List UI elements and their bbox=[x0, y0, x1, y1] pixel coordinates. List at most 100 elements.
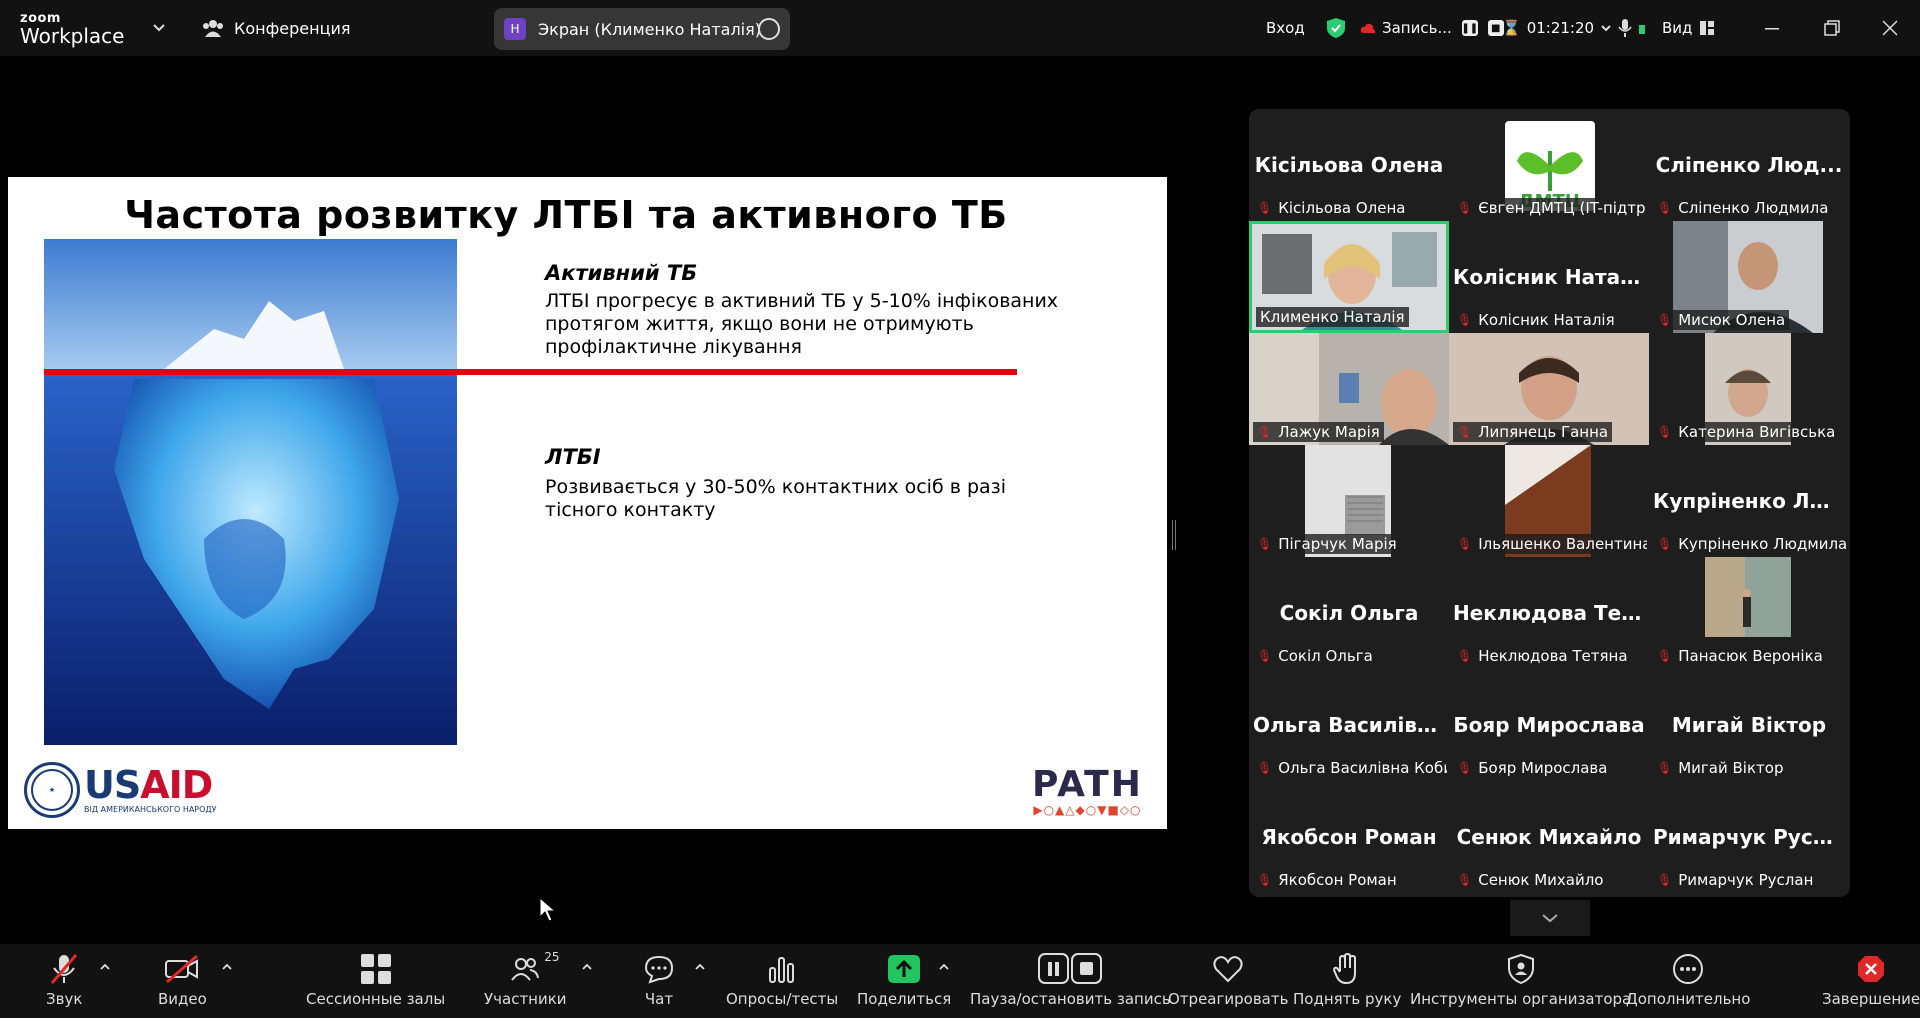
cloud-record-icon bbox=[1360, 23, 1376, 33]
participant-label: 🎙 Мисюк Олена bbox=[1653, 310, 1790, 330]
participant-big-name: Купріненко Лю... bbox=[1653, 489, 1849, 513]
grid-view-icon bbox=[1700, 21, 1715, 35]
path-wordmark: PATH bbox=[1032, 764, 1143, 805]
pause-stop-recording-label: Пауза/остановить запись bbox=[970, 990, 1171, 1008]
chevron-down-icon[interactable] bbox=[152, 20, 166, 34]
participant-tile[interactable]: Бояр Мирослава 🎙 Бояр Мирослава bbox=[1449, 669, 1649, 781]
close-window-icon[interactable] bbox=[1878, 16, 1902, 40]
participants-button[interactable]: 25 Участники bbox=[484, 950, 567, 1008]
end-meeting-icon bbox=[1858, 956, 1885, 982]
polls-label: Опросы/тесты bbox=[726, 990, 839, 1008]
video-button[interactable]: Видео bbox=[158, 952, 207, 1008]
end-meeting-button[interactable]: Завершение bbox=[1822, 952, 1920, 1008]
microphone-status[interactable] bbox=[1618, 0, 1646, 56]
participant-tile[interactable]: 🎙 Лажук Марія bbox=[1249, 333, 1449, 445]
raise-hand-icon bbox=[1333, 953, 1357, 985]
muted-mic-icon: 🎙 bbox=[1657, 873, 1673, 887]
shared-screen-slide: Частота розвитку ЛТБІ та активного ТБ Ак… bbox=[8, 177, 1167, 829]
participant-tile-active-speaker[interactable]: Клименко Наталія bbox=[1249, 221, 1449, 333]
share-label: Поделиться bbox=[857, 990, 952, 1008]
minimize-window-icon[interactable] bbox=[1760, 16, 1784, 40]
participant-tile[interactable]: Сліпенко Люд... 🎙 Сліпенко Людмила bbox=[1649, 109, 1849, 221]
participant-tile[interactable]: Ольга Василівн... 🎙Ольга Василівна Коби.… bbox=[1249, 669, 1449, 781]
participant-big-name: Неклюдова Тет... bbox=[1453, 601, 1649, 625]
more-button[interactable]: Дополнительно bbox=[1626, 952, 1750, 1008]
participant-tile[interactable]: 🎙 Мисюк Олена bbox=[1649, 221, 1849, 333]
active-tb-heading: Активний ТБ bbox=[545, 261, 698, 285]
participant-big-name: Римарчук Русл... bbox=[1653, 825, 1849, 849]
more-label: Дополнительно bbox=[1626, 990, 1751, 1008]
participant-label: 🎙 Катерина Вигівська bbox=[1653, 422, 1840, 442]
participant-label: 🎙 Купріненко Людмила bbox=[1653, 534, 1847, 554]
conference-menu[interactable]: Конференция bbox=[202, 18, 351, 38]
muted-mic-icon: 🎙 bbox=[1257, 201, 1273, 215]
screen-share-indicator[interactable]: Н Экран (Клименко Наталія) bbox=[494, 8, 790, 50]
audio-label: Звук bbox=[46, 990, 83, 1008]
chat-button[interactable]: Чат bbox=[644, 952, 674, 1008]
view-label: Вид bbox=[1662, 19, 1693, 37]
participant-big-name: Мигай Віктор bbox=[1671, 713, 1827, 737]
participant-tile[interactable]: Мигай Віктор 🎙 Мигай Віктор bbox=[1649, 669, 1849, 781]
pause-stop-recording-button[interactable]: Пауза/остановить запись bbox=[970, 952, 1171, 1008]
panel-resize-handle[interactable] bbox=[1172, 520, 1176, 550]
gallery-scroll-down-icon[interactable] bbox=[1510, 900, 1590, 936]
participant-big-name: Сенюк Михайло bbox=[1456, 825, 1642, 849]
participants-group-icon bbox=[203, 20, 223, 37]
meeting-timer[interactable]: ⌛ 01:21:20 bbox=[1502, 0, 1612, 56]
end-meeting-label: Завершение bbox=[1822, 990, 1920, 1008]
participant-tile[interactable]: Купріненко Лю... 🎙 Купріненко Людмила bbox=[1649, 445, 1849, 557]
muted-mic-icon: 🎙 bbox=[1657, 425, 1673, 439]
video-label: Видео bbox=[158, 990, 207, 1008]
participant-tile[interactable]: 🎙 Ільяшенко Валентина bbox=[1449, 445, 1649, 557]
host-tools-button[interactable]: Инструменты организатора bbox=[1410, 952, 1631, 1008]
participants-count: 25 bbox=[544, 950, 560, 964]
participant-tile[interactable]: Кісільова Олена 🎙 Кісільова Олена bbox=[1249, 109, 1449, 221]
share-options-caret-icon[interactable] bbox=[937, 960, 951, 974]
screen-share-label: Экран (Клименко Наталія) bbox=[538, 19, 761, 39]
participant-big-name: Сокіл Ольга bbox=[1279, 601, 1419, 625]
breakout-rooms-button[interactable]: Сессионные залы bbox=[306, 952, 445, 1008]
bar-chart-icon bbox=[769, 957, 795, 983]
participant-tile[interactable]: 🎙 Панасюк Вероніка bbox=[1649, 557, 1849, 669]
restore-window-icon[interactable] bbox=[1820, 16, 1844, 40]
usaid-logo: ★ USAID ВІД АМЕРИКАНСЬКОГО НАРОДУ bbox=[24, 762, 217, 818]
participant-big-name: Бояр Мирослава bbox=[1453, 713, 1645, 737]
participant-label: 🎙 Колісник Наталія bbox=[1453, 310, 1619, 330]
participant-label: 🎙 Ільяшенко Валентина bbox=[1453, 534, 1647, 554]
reactions-button[interactable]: Отреагировать bbox=[1168, 952, 1288, 1008]
hourglass-icon: ⌛ bbox=[1502, 19, 1521, 37]
sharer-badge: Н bbox=[504, 18, 526, 40]
more-options-icon[interactable] bbox=[758, 18, 780, 40]
polls-button[interactable]: Опросы/тесты bbox=[726, 952, 838, 1008]
view-menu[interactable]: Вид bbox=[1662, 0, 1715, 56]
participants-options-caret-icon[interactable] bbox=[580, 960, 594, 974]
raise-hand-button[interactable]: Поднять руку bbox=[1293, 952, 1401, 1008]
audio-button[interactable]: Звук bbox=[46, 952, 82, 1008]
participant-tile[interactable]: Римарчук Русл... 🎙 Римарчук Руслан bbox=[1649, 781, 1849, 893]
participant-label: 🎙 Якобсон Роман bbox=[1253, 870, 1401, 890]
participant-tile[interactable]: 🎙 Липянець Ганна bbox=[1449, 333, 1649, 445]
conference-label: Конференция bbox=[234, 18, 351, 38]
participant-tile[interactable]: Сенюк Михайло 🎙 Сенюк Михайло bbox=[1449, 781, 1649, 893]
participant-tile[interactable]: 🎙 Пігарчук Марія bbox=[1249, 445, 1449, 557]
slide-title: Частота розвитку ЛТБІ та активного ТБ bbox=[124, 193, 1008, 237]
participant-label: 🎙 Сліпенко Людмила bbox=[1653, 198, 1833, 218]
ltbi-heading: ЛТБІ bbox=[545, 445, 601, 469]
participant-tile[interactable]: Сокіл Ольга 🎙 Сокіл Ольга bbox=[1249, 557, 1449, 669]
audio-options-caret-icon[interactable] bbox=[98, 960, 112, 974]
chat-options-caret-icon[interactable] bbox=[693, 960, 707, 974]
encryption-shield-icon[interactable] bbox=[1326, 0, 1346, 56]
pause-record-icon[interactable]: ❚❚ bbox=[1461, 20, 1478, 36]
recording-indicator[interactable]: Запись... ❚❚ ■ bbox=[1360, 0, 1504, 56]
host-shield-icon bbox=[1507, 954, 1534, 984]
video-options-caret-icon[interactable] bbox=[220, 960, 234, 974]
participant-tile[interactable]: 🎙 Катерина Вигівська bbox=[1649, 333, 1849, 445]
participant-tile[interactable]: Неклюдова Тет... 🎙 Неклюдова Тетяна bbox=[1449, 557, 1649, 669]
enter-button[interactable]: Вход bbox=[1266, 0, 1305, 56]
participant-tile[interactable]: Якобсон Роман 🎙 Якобсон Роман bbox=[1249, 781, 1449, 893]
participant-tile[interactable]: ДМТЦ 🎙Євген ДМТЦ (IT-підтр... bbox=[1449, 109, 1649, 221]
participant-label: 🎙 Бояр Мирослава bbox=[1453, 758, 1612, 778]
zoom-brand-big: Workplace bbox=[20, 24, 125, 48]
participant-tile[interactable]: Колісник Наталія 🎙 Колісник Наталія bbox=[1449, 221, 1649, 333]
zoom-logo: zoom Workplace bbox=[20, 12, 124, 46]
